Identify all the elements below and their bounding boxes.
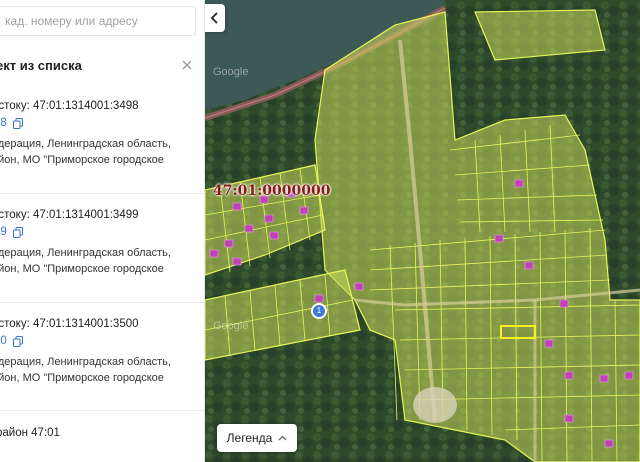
item-title: астоку: 47:01:1314001:3498: [0, 100, 139, 112]
item-title: астоку: 47:01:1314001:3500: [0, 318, 139, 330]
search-input[interactable]: [0, 7, 195, 35]
item-address-line-1: едерация, Ленинградская область,: [0, 247, 171, 259]
copy-icon[interactable]: [13, 227, 23, 238]
item-title: астоку: 47:01:1314001:3499: [0, 209, 139, 221]
map-canvas[interactable]: [205, 0, 640, 462]
cadastral-map[interactable]: Google Google: [205, 0, 640, 462]
cadastral-quarter-label: 47:01:0000000: [213, 183, 331, 199]
district-item[interactable]: район 47:01: [0, 427, 60, 439]
map-watermark-2: Google: [213, 320, 249, 332]
divider: [0, 193, 204, 194]
close-icon[interactable]: [180, 58, 194, 72]
item-address-line-2: айон, МО "Приморское городское: [0, 154, 164, 166]
list-title: ект из списка: [0, 58, 82, 73]
item-number-link[interactable]: 98: [0, 117, 7, 129]
item-address-line-2: айон, МО "Приморское городское: [0, 372, 164, 384]
item-number-link[interactable]: 99: [0, 226, 7, 238]
item-address-line-1: едерация, Ленинградская область,: [0, 138, 171, 150]
item-number-link[interactable]: 00: [0, 335, 7, 347]
copy-icon[interactable]: [13, 336, 23, 347]
map-watermark: Google: [213, 66, 249, 78]
chevron-up-icon: [278, 435, 287, 441]
map-pin[interactable]: 1: [311, 303, 327, 319]
legend-button[interactable]: Легенда: [217, 424, 297, 452]
item-address-line-2: айон, МО "Приморское городское: [0, 263, 164, 275]
legend-label: Легенда: [226, 431, 273, 445]
copy-icon[interactable]: [13, 118, 23, 129]
divider: [0, 302, 204, 303]
chevron-left-icon: [210, 12, 218, 24]
item-address-line-1: едерация, Ленинградская область,: [0, 356, 171, 368]
search-box[interactable]: [0, 6, 196, 36]
sidebar: ект из списка астоку: 47:01:1314001:3498…: [0, 0, 205, 462]
divider: [0, 410, 204, 411]
collapse-sidebar-button[interactable]: [205, 4, 225, 32]
